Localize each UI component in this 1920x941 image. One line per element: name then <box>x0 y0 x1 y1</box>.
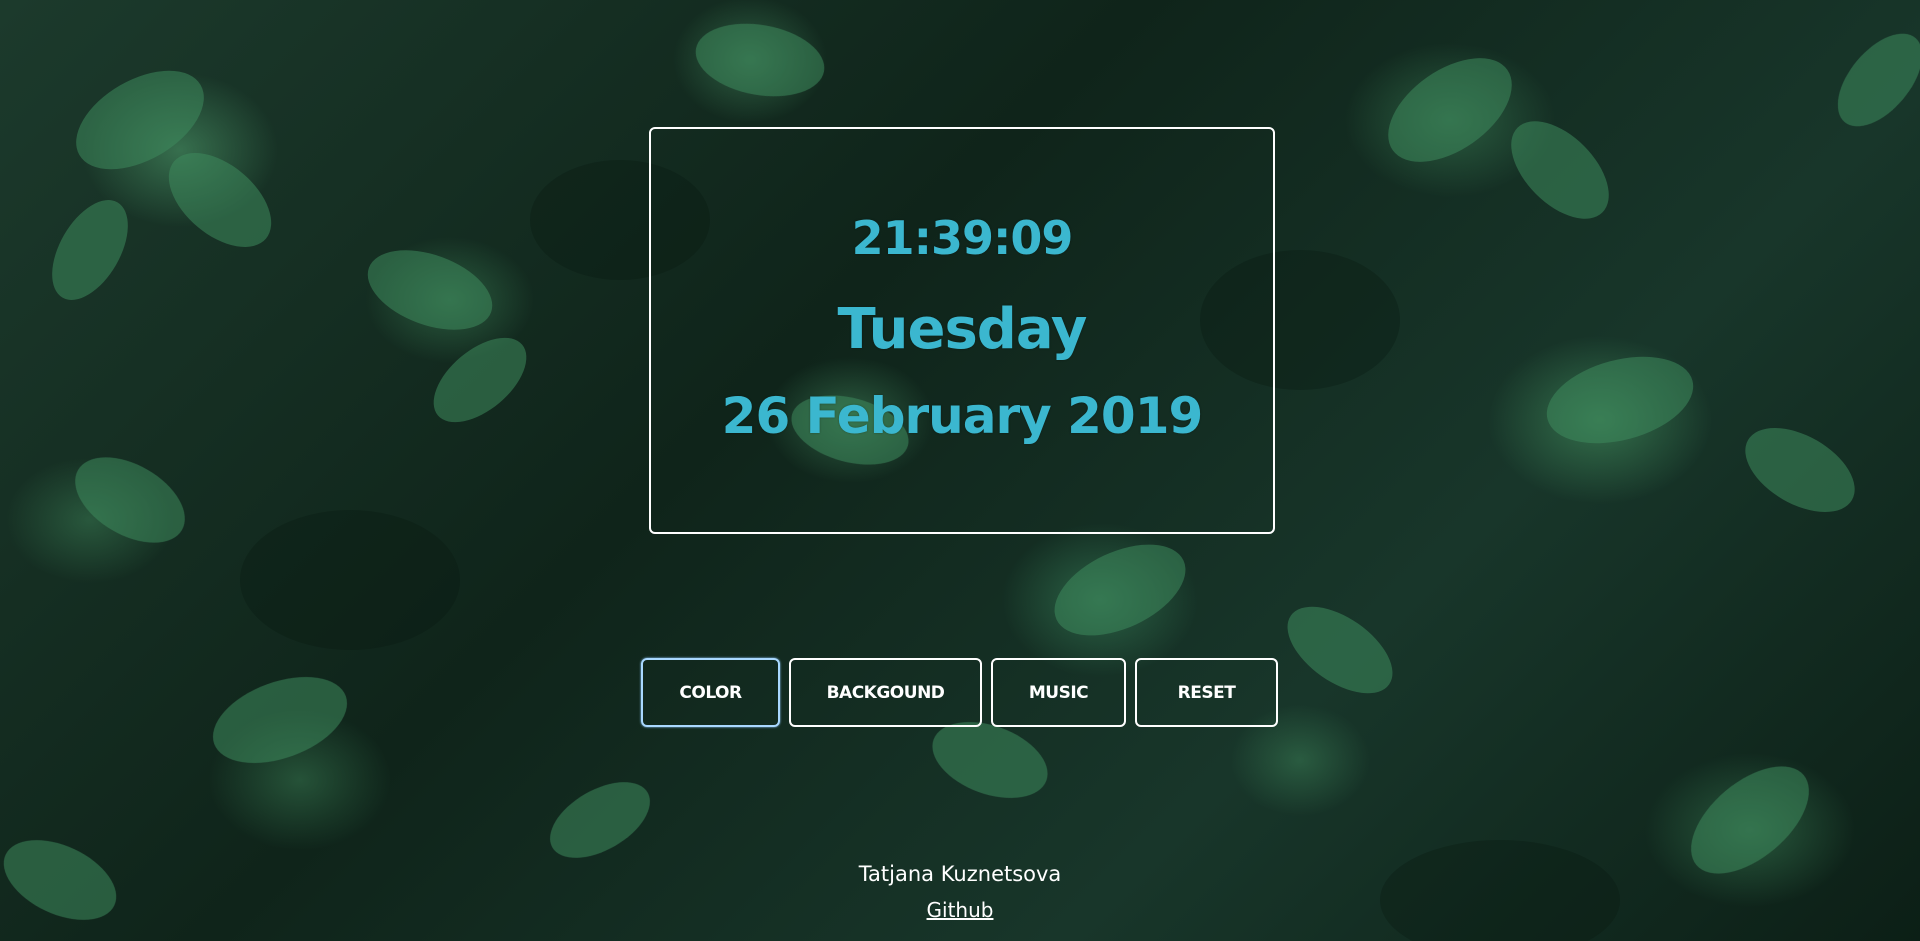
github-link[interactable]: Github <box>927 898 994 922</box>
author-name: Tatjana Kuznetsova <box>858 862 1062 886</box>
control-buttons: COLOR BACKGOUND MUSIC RESET <box>0 658 1920 731</box>
clock-panel: 21:39:09 Tuesday 26 February 2019 <box>649 127 1275 534</box>
background-button[interactable]: BACKGOUND <box>789 658 982 727</box>
clock-weekday: Tuesday <box>837 297 1088 362</box>
clock-date: 26 February 2019 <box>721 387 1204 445</box>
github-link-wrapper: Github <box>0 898 1920 922</box>
clock-time: 21:39:09 <box>851 211 1074 265</box>
color-button[interactable]: COLOR <box>641 658 780 727</box>
reset-button[interactable]: RESET <box>1135 658 1278 727</box>
music-button[interactable]: MUSIC <box>991 658 1126 727</box>
